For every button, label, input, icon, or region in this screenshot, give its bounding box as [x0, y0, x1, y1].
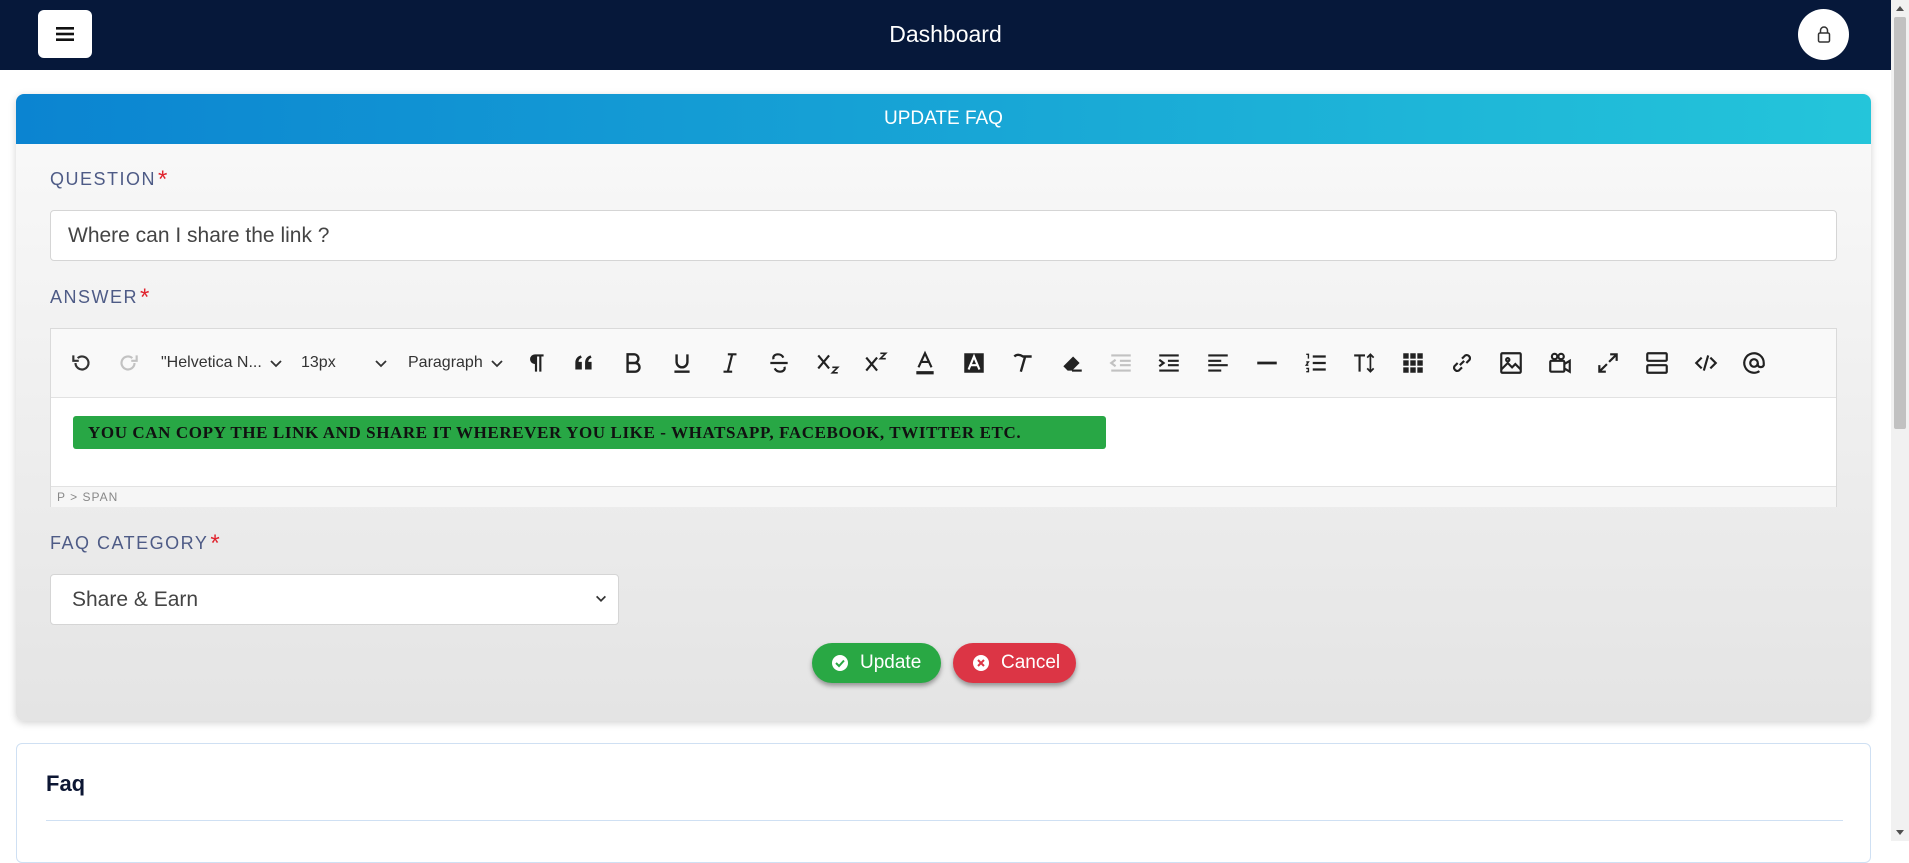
- align-left-icon[interactable]: [1201, 346, 1235, 380]
- line-height-icon[interactable]: [1348, 346, 1382, 380]
- code-view-icon[interactable]: [1689, 346, 1723, 380]
- font-size-value: 13px: [301, 354, 336, 371]
- required-mark: *: [140, 284, 151, 311]
- faq-list-card: Faq: [16, 743, 1871, 863]
- chevron-down-icon: [491, 360, 503, 368]
- underline-icon[interactable]: [665, 346, 699, 380]
- user-avatar-button[interactable]: [1798, 9, 1849, 60]
- font-family-value: "Helvetica N...: [161, 354, 262, 371]
- superscript-icon[interactable]: [859, 346, 893, 380]
- faq-section-title: Faq: [46, 771, 86, 796]
- answer-content-text[interactable]: YOU CAN COPY THE LINK AND SHARE IT WHERE…: [73, 416, 1106, 449]
- close-circle-icon: [973, 655, 989, 671]
- editor-status-path: P > SPAN: [51, 486, 1836, 507]
- question-label-text: QUESTION: [50, 169, 157, 189]
- horizontal-rule-icon[interactable]: [1250, 346, 1284, 380]
- indent-icon[interactable]: [1152, 346, 1186, 380]
- subscript-icon[interactable]: [811, 346, 845, 380]
- update-button-label: Update: [860, 652, 922, 673]
- page-scrollbar[interactable]: [1891, 0, 1909, 841]
- chevron-down-icon: [596, 595, 606, 602]
- cancel-button-label: Cancel: [1001, 652, 1061, 673]
- answer-label: ANSWER*: [50, 284, 151, 312]
- block-format-dropdown[interactable]: Paragraph: [408, 346, 508, 380]
- scroll-up-arrow[interactable]: [1896, 6, 1904, 11]
- cancel-button[interactable]: Cancel: [953, 643, 1076, 683]
- update-button[interactable]: Update: [812, 643, 941, 683]
- editor-toolbar: "Helvetica N... 13px Paragraph: [51, 329, 1836, 398]
- question-input[interactable]: Where can I share the link ?: [50, 210, 1837, 261]
- scroll-down-arrow[interactable]: [1896, 830, 1904, 835]
- answer-label-text: ANSWER: [50, 287, 139, 307]
- chevron-down-icon: [375, 360, 387, 368]
- font-family-dropdown[interactable]: "Helvetica N...: [161, 346, 289, 380]
- faq-category-label-text: FAQ CATEGORY: [50, 533, 209, 553]
- required-mark: *: [210, 530, 222, 557]
- link-icon[interactable]: [1445, 346, 1479, 380]
- page-title: Dashboard: [889, 21, 1002, 47]
- eraser-icon[interactable]: [1055, 346, 1089, 380]
- required-mark: *: [158, 166, 169, 193]
- paragraph-icon[interactable]: [519, 346, 553, 380]
- show-blocks-icon[interactable]: [1640, 346, 1674, 380]
- scroll-thumb[interactable]: [1894, 17, 1906, 429]
- update-faq-card: UPDATE FAQ QUESTION* Where can I share t…: [16, 94, 1871, 721]
- chevron-down-icon: [270, 360, 282, 368]
- bold-icon[interactable]: [616, 346, 650, 380]
- strikethrough-icon[interactable]: [762, 346, 796, 380]
- ordered-list-icon[interactable]: [1299, 346, 1333, 380]
- rich-text-editor: "Helvetica N... 13px Paragraph YOU CAN C…: [50, 328, 1837, 507]
- faq-category-value: Share & Earn: [72, 588, 199, 611]
- outdent-icon[interactable]: [1104, 346, 1138, 380]
- redo-icon[interactable]: [111, 346, 145, 380]
- highlight-color-icon[interactable]: [957, 346, 991, 380]
- editor-content[interactable]: YOU CAN COPY THE LINK AND SHARE IT WHERE…: [51, 398, 1836, 486]
- image-icon[interactable]: [1494, 346, 1528, 380]
- fullscreen-icon[interactable]: [1591, 346, 1625, 380]
- check-circle-icon: [832, 655, 848, 671]
- text-style-icon[interactable]: [1006, 346, 1040, 380]
- top-navbar: Dashboard: [0, 0, 1891, 70]
- question-label: QUESTION*: [50, 166, 169, 194]
- block-format-value: Paragraph: [408, 354, 483, 371]
- faq-category-label: FAQ CATEGORY*: [50, 530, 221, 558]
- font-size-dropdown[interactable]: 13px: [301, 346, 396, 380]
- divider: [46, 820, 1843, 821]
- user-icon: [1817, 25, 1830, 43]
- video-icon[interactable]: [1543, 346, 1577, 380]
- faq-category-select[interactable]: Share & Earn: [50, 574, 619, 625]
- card-header: UPDATE FAQ: [16, 94, 1871, 144]
- italic-icon[interactable]: [713, 346, 747, 380]
- mention-icon[interactable]: [1737, 346, 1771, 380]
- table-icon[interactable]: [1396, 346, 1430, 380]
- undo-icon[interactable]: [65, 346, 99, 380]
- blockquote-icon[interactable]: [567, 346, 601, 380]
- font-color-icon[interactable]: [908, 346, 942, 380]
